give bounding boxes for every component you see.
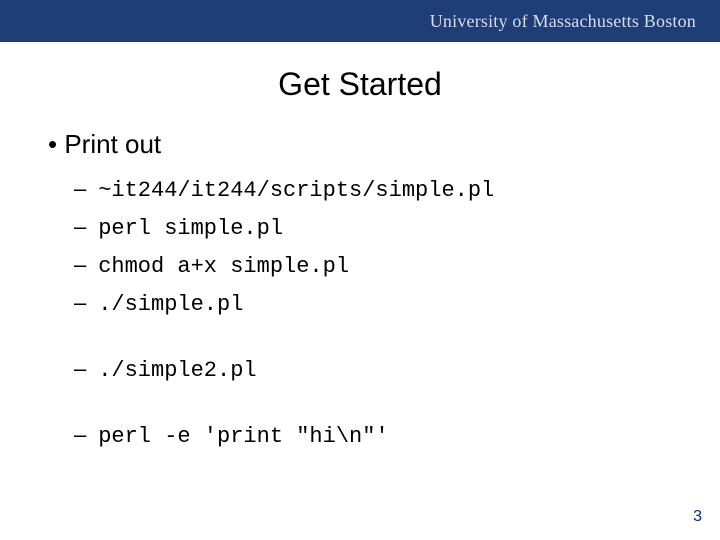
command-text: chmod a+x simple.pl — [98, 254, 349, 279]
list-item: –~it244/it244/scripts/simple.pl — [74, 174, 692, 206]
command-text: ~it244/it244/scripts/simple.pl — [98, 178, 494, 203]
command-group-a: –~it244/it244/scripts/simple.pl –perl si… — [74, 174, 692, 320]
university-name: University of Massachusetts Boston — [430, 11, 696, 32]
command-group-b: –./simple2.pl — [74, 354, 692, 386]
list-item: –perl simple.pl — [74, 212, 692, 244]
slide-title: Get Started — [0, 66, 720, 103]
command-group-c: –perl -e 'print "hi\n"' — [74, 420, 692, 452]
slide-content: Print out –~it244/it244/scripts/simple.p… — [0, 129, 720, 451]
list-item: –./simple2.pl — [74, 354, 692, 386]
command-text: ./simple2.pl — [98, 358, 256, 383]
list-item: –chmod a+x simple.pl — [74, 250, 692, 282]
command-text: perl simple.pl — [98, 216, 283, 241]
command-text: ./simple.pl — [98, 292, 243, 317]
list-item: –perl -e 'print "hi\n"' — [74, 420, 692, 452]
slide: University of Massachusetts Boston Get S… — [0, 0, 720, 540]
command-text: perl -e 'print "hi\n"' — [98, 424, 388, 449]
page-number: 3 — [693, 508, 702, 526]
list-item: –./simple.pl — [74, 288, 692, 320]
bullet-print-out: Print out — [40, 129, 692, 160]
header-band: University of Massachusetts Boston — [0, 0, 720, 42]
